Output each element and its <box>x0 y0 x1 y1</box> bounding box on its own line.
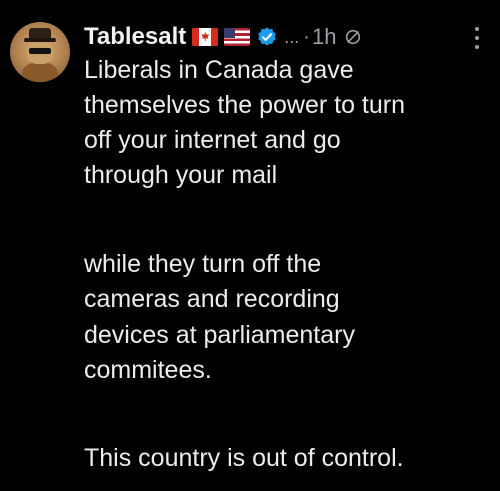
more-options-icon[interactable] <box>474 27 480 49</box>
post-timestamp[interactable]: 1h <box>312 24 336 50</box>
post-body-line: commitees. <box>84 356 212 384</box>
post-header: Tablesalt ... · 1h <box>84 20 362 54</box>
post-body-line: while they turn off the <box>84 250 322 278</box>
separator-dot: · <box>303 25 310 48</box>
no-entry-icon <box>346 29 361 45</box>
avatar-figure-body <box>22 62 58 82</box>
canada-flag-icon <box>192 28 219 46</box>
post-body-line: through your mail <box>84 161 278 189</box>
avatar-figure-sunglasses <box>29 48 51 54</box>
truncated-ellipsis: ... <box>284 26 300 47</box>
verified-badge-icon <box>258 27 277 46</box>
post-body-line: This country is out of control. <box>84 444 404 472</box>
usa-flag-icon <box>224 28 251 46</box>
avatar[interactable] <box>10 22 70 82</box>
post-body-line: themselves the power to turn <box>84 91 405 119</box>
post-body-line: devices at parliamentary <box>84 321 355 349</box>
author-display-name[interactable]: Tablesalt <box>84 23 186 51</box>
post-body-line: off your internet and go <box>84 126 341 154</box>
avatar-figure-hat-brim <box>24 38 56 42</box>
post-body-line: Liberals in Canada gave <box>84 56 354 84</box>
post-body-line: cameras and recording <box>84 285 340 313</box>
tweet-post[interactable]: Tablesalt ... · 1h Liberals in Canada ga… <box>0 0 500 491</box>
